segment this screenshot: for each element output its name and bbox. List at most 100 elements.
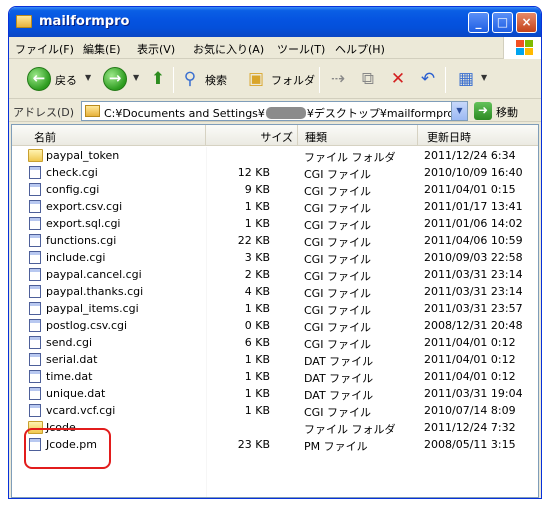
menu-help[interactable]: ヘルプ(H) [335,41,385,57]
menu-edit[interactable]: 編集(E) [83,41,121,57]
file-modified: 2011/12/24 6:34 [424,149,516,162]
views-dropdown-icon[interactable]: ▼ [481,73,487,82]
menu-tools[interactable]: ツール(T) [277,41,325,57]
search-button[interactable]: 検索 [205,72,227,88]
file-icon [29,302,41,315]
file-size: 6 KB [244,336,270,349]
folder-icon [85,105,100,117]
close-button[interactable]: × [516,12,537,33]
column-name-header[interactable]: 名前 [12,125,206,146]
file-name: export.csv.cgi [46,200,123,213]
file-icon [29,217,41,230]
up-folder-icon[interactable]: ⬆ [147,68,169,90]
file-name: send.cgi [46,336,93,349]
table-row[interactable]: functions.cgi 22 KB CGI ファイル 2011/04/06 10:… [12,232,538,249]
file-icon [29,285,41,298]
search-icon[interactable]: ⚲ [179,68,201,90]
table-row[interactable]: export.sql.cgi 1 KB CGI ファイル 2011/01/06 14:… [12,215,538,232]
address-input[interactable]: C:¥Documents and Settings¥ ¥デスクトップ¥mailfo… [81,101,468,121]
file-type: ファイル フォルダ [304,151,396,164]
table-row[interactable]: unique.dat 1 KB DAT ファイル 2011/03/31 19:04 [12,385,538,402]
file-icon [29,166,41,179]
copy-to-icon[interactable]: ⧉ [357,68,379,90]
table-row[interactable]: paypal_items.cgi 1 KB CGI ファイル 2011/03/31 2… [12,300,538,317]
file-type: CGI ファイル [304,338,371,351]
file-type: PM ファイル [304,440,368,453]
file-size: 3 KB [244,251,270,264]
table-row[interactable]: vcard.vcf.cgi 1 KB CGI ファイル 2010/07/14 8:09 [12,402,538,419]
folders-icon[interactable]: ▣ [245,68,267,90]
file-modified: 2011/03/31 23:14 [424,268,523,281]
table-row[interactable]: include.cgi 3 KB CGI ファイル 2010/09/03 22:58 [12,249,538,266]
move-to-icon[interactable]: ⇢ [327,68,349,90]
table-row[interactable]: time.dat 1 KB DAT ファイル 2011/04/01 0:12 [12,368,538,385]
maximize-button[interactable]: □ [492,12,513,33]
table-row[interactable]: send.cgi 6 KB CGI ファイル 2011/04/01 0:12 [12,334,538,351]
back-button[interactable]: ← [27,67,51,91]
delete-icon[interactable]: ✕ [387,68,409,90]
file-type: CGI ファイル [304,287,371,300]
file-type: CGI ファイル [304,321,371,334]
go-arrow-icon[interactable]: ➜ [474,102,492,120]
file-name: paypal.thanks.cgi [46,285,144,298]
file-modified: 2008/12/31 20:48 [424,319,523,332]
folders-button[interactable]: フォルダ [271,72,315,88]
file-list[interactable]: 名前 サイズ 種類 更新日時 paypal_token ファイル フォルダ 2011… [11,124,539,498]
file-modified: 2011/01/17 13:41 [424,200,523,213]
file-modified: 2011/12/24 7:32 [424,421,516,434]
redacted-username [265,107,306,119]
forward-dropdown-icon[interactable]: ▼ [133,73,139,82]
windows-logo-icon [503,37,541,59]
file-modified: 2011/03/31 23:57 [424,302,523,315]
file-icon [29,268,41,281]
file-type: CGI ファイル [304,406,371,419]
file-size: 1 KB [244,370,270,383]
table-row[interactable]: paypal.cancel.cgi 2 KB CGI ファイル 2011/03/31 … [12,266,538,283]
file-size: 2 KB [244,268,270,281]
column-size-header[interactable]: サイズ [207,125,298,146]
file-size: 4 KB [244,285,270,298]
menu-view[interactable]: 表示(V) [137,41,175,57]
file-icon [29,387,41,400]
menu-bar: ファイル(F) 編集(E) 表示(V) お気に入り(A) ツール(T) ヘルプ(… [9,37,541,59]
file-type: DAT ファイル [304,389,374,402]
file-size: 9 KB [244,183,270,196]
file-modified: 2011/04/01 0:12 [424,336,516,349]
file-icon [29,319,41,332]
minimize-button[interactable]: _ [468,12,489,33]
column-modified-header[interactable]: 更新日時 [419,125,538,146]
go-button[interactable]: 移動 [496,104,518,120]
table-row[interactable]: serial.dat 1 KB DAT ファイル 2011/04/01 0:12 [12,351,538,368]
file-name: unique.dat [46,387,106,400]
file-name: paypal_items.cgi [46,302,139,315]
file-modified: 2011/01/06 14:02 [424,217,523,230]
file-name: vcard.vcf.cgi [46,404,116,417]
views-icon[interactable]: ▦ [455,68,477,90]
title-bar[interactable]: mailformpro _ □ × [9,7,541,37]
path-suffix: ¥デスクトップ¥mailformpro2¥mailf [306,107,467,120]
menu-favorites[interactable]: お気に入り(A) [193,41,264,57]
table-row[interactable]: postlog.csv.cgi 0 KB CGI ファイル 2008/12/31 20… [12,317,538,334]
table-row[interactable]: export.csv.cgi 1 KB CGI ファイル 2011/01/17 13:… [12,198,538,215]
menu-file[interactable]: ファイル(F) [15,41,74,57]
undo-icon[interactable]: ↶ [417,68,439,90]
column-type-header[interactable]: 種類 [299,125,418,146]
file-modified: 2008/05/11 3:15 [424,438,516,451]
file-type: CGI ファイル [304,185,371,198]
table-row[interactable]: paypal_token ファイル フォルダ 2011/12/24 6:34 [12,147,538,164]
back-dropdown-icon[interactable]: ▼ [85,73,91,82]
file-icon [29,370,41,383]
toolbar-divider [319,67,320,93]
file-modified: 2010/09/03 22:58 [424,251,523,264]
file-size: 12 KB [237,166,270,179]
table-row[interactable]: config.cgi 9 KB CGI ファイル 2011/04/01 0:15 [12,181,538,198]
file-type: ファイル フォルダ [304,423,396,436]
table-row[interactable]: paypal.thanks.cgi 4 KB CGI ファイル 2011/03/31 … [12,283,538,300]
file-name: postlog.csv.cgi [46,319,128,332]
forward-button[interactable]: → [103,67,127,91]
address-dropdown-icon[interactable]: ▼ [451,102,467,120]
address-path[interactable]: C:¥Documents and Settings¥ ¥デスクトップ¥mailfo… [104,105,467,120]
table-row[interactable]: check.cgi 12 KB CGI ファイル 2010/10/09 16:40 [12,164,538,181]
file-size: 1 KB [244,217,270,230]
toolbar-divider [173,67,174,93]
